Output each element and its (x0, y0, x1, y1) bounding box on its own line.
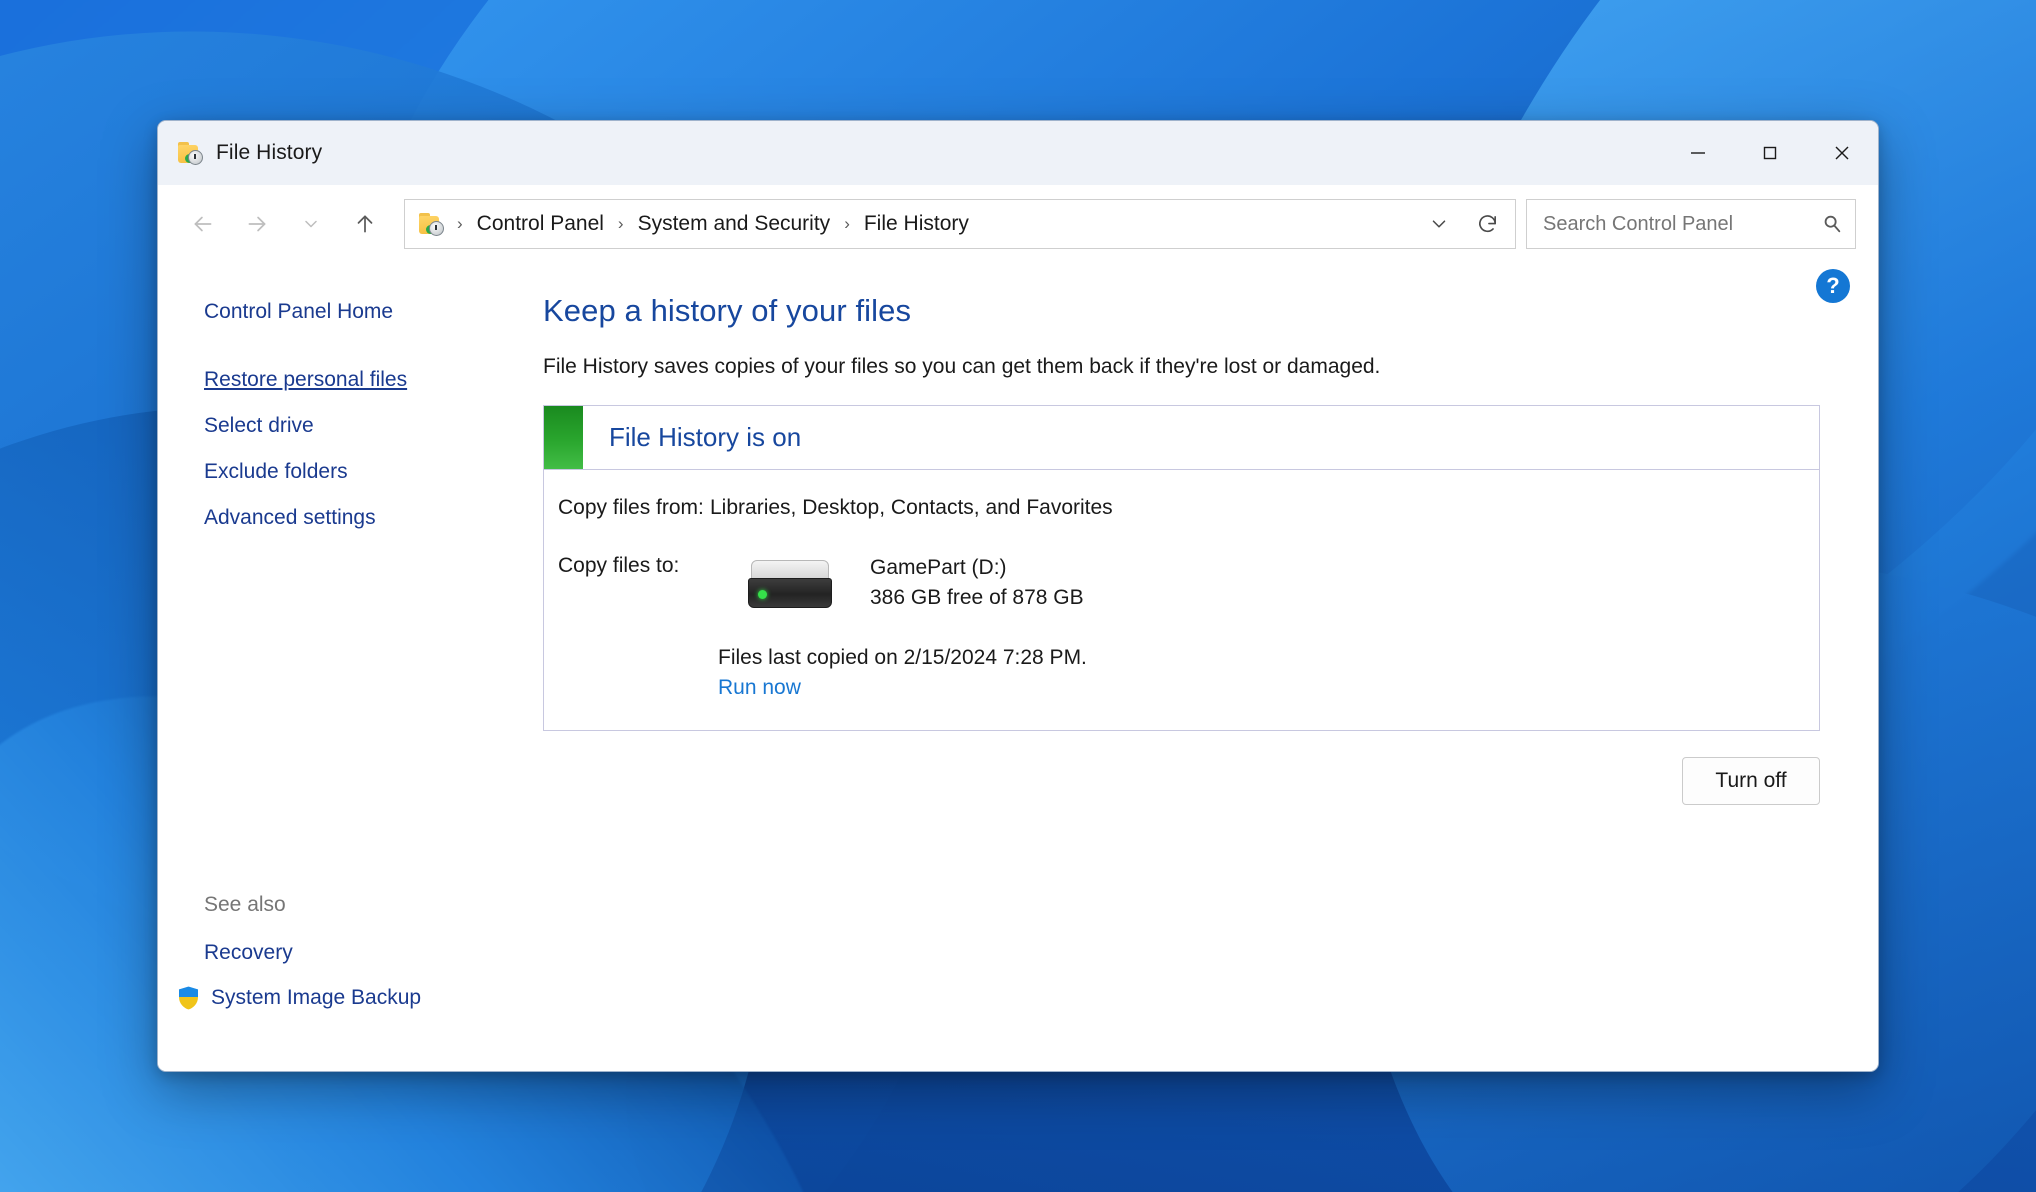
copy-files-from-value: Libraries, Desktop, Contacts, and Favori… (710, 496, 1113, 519)
breadcrumb-control-panel[interactable]: Control Panel (469, 206, 612, 242)
file-history-status-panel: File History is on Copy files from: Libr… (543, 405, 1820, 731)
chevron-down-icon[interactable] (1417, 203, 1461, 245)
sidebar-item-restore-personal-files[interactable]: Restore personal files (158, 357, 543, 403)
search-box[interactable] (1526, 199, 1856, 249)
sidebar-item-advanced-settings[interactable]: Advanced settings (158, 495, 543, 541)
sidebar: Control Panel Home Restore personal file… (158, 263, 543, 1071)
window-controls (1662, 121, 1878, 185)
run-now-link[interactable]: Run now (718, 676, 801, 700)
last-copied-text: Files last copied on 2/15/2024 7:28 PM. (718, 646, 1087, 669)
copy-files-to-row: Copy files to: GamePart (D:) 386 GB free… (544, 554, 1819, 610)
help-icon[interactable]: ? (1816, 269, 1850, 303)
maximize-button[interactable] (1734, 121, 1806, 185)
breadcrumb-file-history[interactable]: File History (856, 206, 977, 242)
see-also-heading: See also (204, 893, 286, 916)
breadcrumb-separator: › (617, 214, 624, 233)
address-folder-clock-icon (419, 212, 447, 236)
action-button-row: Turn off (543, 757, 1820, 805)
see-also-system-image-backup-label: System Image Backup (211, 986, 422, 1009)
window-titlebar[interactable]: File History (158, 121, 1878, 185)
up-button[interactable] (338, 201, 392, 247)
status-panel-header: File History is on (544, 406, 1819, 470)
page-title: Keep a history of your files (543, 293, 912, 328)
sidebar-item-control-panel-home[interactable]: Control Panel Home (158, 289, 543, 335)
recent-locations-button[interactable] (284, 201, 338, 247)
status-panel-body: Copy files from: Libraries, Desktop, Con… (544, 470, 1819, 730)
status-text: File History is on (609, 422, 802, 452)
see-also-item-recovery[interactable]: Recovery (158, 931, 543, 975)
see-also-recovery-label: Recovery (204, 941, 293, 964)
refresh-icon[interactable] (1465, 203, 1509, 245)
search-icon[interactable] (1821, 213, 1843, 235)
see-also-item-system-image-backup[interactable]: System Image Backup (158, 975, 543, 1021)
status-indicator (544, 406, 583, 469)
drive-info: GamePart (D:) 386 GB free of 878 GB (870, 554, 1084, 610)
folder-clock-icon (178, 141, 206, 165)
sidebar-item-exclude-folders[interactable]: Exclude folders (158, 449, 543, 495)
breadcrumb-separator: › (457, 214, 463, 233)
last-copied-block: Files last copied on 2/15/2024 7:28 PM. … (544, 646, 1819, 700)
window-content: Control Panel Home Restore personal file… (158, 263, 1878, 1071)
sidebar-item-select-drive[interactable]: Select drive (158, 403, 543, 449)
window-title: File History (216, 141, 323, 164)
address-bar[interactable]: › Control Panel › System and Security › … (404, 199, 1516, 249)
see-also-section: See also Recovery System Image Backup (158, 885, 543, 1071)
uac-shield-icon (176, 985, 201, 1011)
navigation-toolbar: › Control Panel › System and Security › … (158, 185, 1878, 263)
breadcrumb-separator: › (844, 214, 850, 233)
drive-icon-container (710, 554, 870, 610)
copy-files-from-label: Copy files from: (558, 496, 704, 519)
breadcrumb-system-and-security[interactable]: System and Security (630, 206, 839, 242)
page-description: File History saves copies of your files … (543, 355, 1381, 378)
turn-off-button[interactable]: Turn off (1682, 757, 1820, 805)
back-button[interactable] (176, 201, 230, 247)
titlebar-left: File History (158, 121, 1662, 185)
file-history-window: File History › Control Panel › System an… (157, 120, 1879, 1072)
main-panel: ? Keep a history of your files File Hist… (543, 263, 1878, 1071)
close-button[interactable] (1806, 121, 1878, 185)
drive-name: GamePart (D:) (870, 556, 1007, 579)
minimize-button[interactable] (1662, 121, 1734, 185)
drive-free-space: 386 GB free of 878 GB (870, 586, 1084, 609)
external-hard-drive-icon (748, 560, 832, 608)
copy-files-to-label: Copy files to: (558, 554, 680, 577)
search-input[interactable] (1543, 212, 1821, 236)
forward-button[interactable] (230, 201, 284, 247)
copy-files-from-row: Copy files from: Libraries, Desktop, Con… (544, 496, 1819, 520)
desktop-wallpaper: File History › Control Panel › System an… (0, 0, 2036, 1192)
